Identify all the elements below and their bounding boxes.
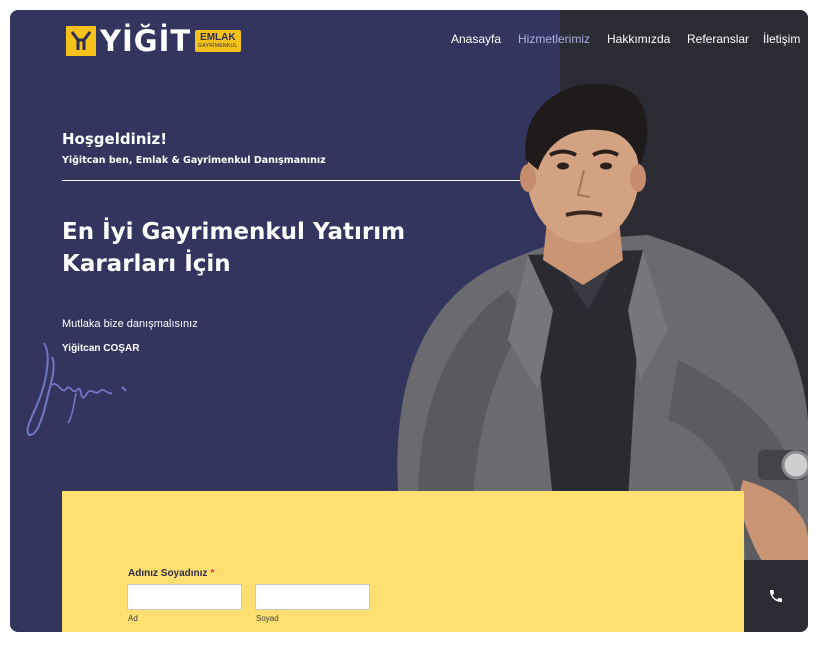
hero-divider	[62, 180, 520, 181]
main-nav: Anasayfa Hizmetlerimiz Hakkımızda Refera…	[10, 32, 808, 52]
first-name-input[interactable]	[127, 584, 242, 610]
hero-headline: En İyi Gayrimenkul Yatırım Kararları İçi…	[62, 219, 406, 277]
nav-item-iletisim[interactable]: İletişim	[763, 32, 800, 46]
welcome-heading: Hoşgeldiniz!	[62, 130, 168, 148]
contact-form-panel: Adınız Soyadınız * Ad Soyad	[62, 491, 744, 632]
welcome-subheading: Yiğitcan ben, Emlak & Gayrimenkul Danışm…	[62, 155, 326, 166]
nav-item-referanslar[interactable]: Referanslar	[687, 32, 749, 46]
phone-icon	[770, 590, 782, 602]
signature-icon	[26, 342, 127, 437]
nav-item-hakkimizda[interactable]: Hakkımızda	[607, 32, 670, 46]
nav-item-anasayfa[interactable]: Anasayfa	[451, 32, 501, 46]
hero-advice-text: Mutlaka bize danışmalısınız	[62, 318, 198, 330]
name-field-label: Adınız Soyadınız *	[128, 568, 214, 579]
nav-item-hizmetlerimiz[interactable]: Hizmetlerimiz	[518, 32, 590, 46]
name-field-label-text: Adınız Soyadınız	[128, 568, 208, 579]
page-frame: YİĞİT EMLAK GAYRİMENKUL Anasayfa Hizmetl…	[10, 10, 808, 632]
last-name-sublabel: Soyad	[256, 614, 279, 623]
first-name-sublabel: Ad	[128, 614, 138, 623]
required-marker: *	[210, 568, 215, 579]
last-name-input[interactable]	[255, 584, 370, 610]
phone-call-button[interactable]	[744, 560, 808, 632]
